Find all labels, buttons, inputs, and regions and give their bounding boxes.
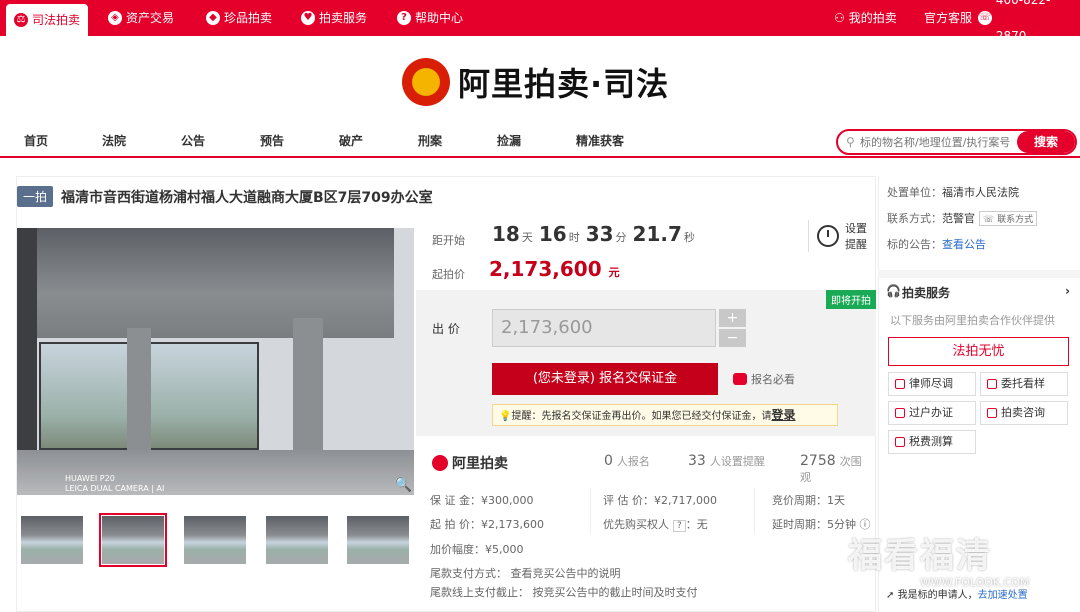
start-price-label: 起拍价 — [432, 268, 465, 281]
bulb-icon: 💡 — [499, 411, 512, 422]
site-logo[interactable]: 阿里拍卖·司法 — [402, 58, 669, 106]
court-emblem-icon — [402, 58, 450, 106]
ali-auction-logo: 阿里拍卖 — [432, 453, 508, 473]
site-watermark: 福看福清 — [848, 536, 992, 576]
nav-home[interactable]: 首页 — [24, 132, 48, 149]
nav-preview[interactable]: 预告 — [260, 132, 284, 149]
site-watermark-url: WWW.FOLOOK.COM — [920, 576, 1030, 589]
gavel-icon: ⚖ — [14, 13, 28, 27]
auction-service-header[interactable]: 🎧 拍卖服务 › — [878, 270, 1080, 302]
login-link[interactable]: 登录 — [771, 408, 795, 422]
heart-icon: ♥ — [301, 11, 315, 25]
tab-auction-service[interactable]: ♥ 拍卖服务 — [301, 0, 367, 36]
tab-judicial-auction[interactable]: ⚖ 司法拍卖 — [6, 4, 89, 36]
thumbnail[interactable] — [347, 516, 409, 564]
search-box: ⚲ 搜索 — [836, 129, 1077, 155]
phone-icon: ☏ — [978, 11, 992, 25]
increment-info: 加价幅度：¥5,000 — [430, 543, 524, 556]
lawyer-check-button[interactable]: 律师尽调 — [888, 372, 976, 396]
gem-icon: ◆ — [206, 11, 220, 25]
deposit-info: 保 证 金：¥300,000 — [430, 494, 534, 507]
tab-help-center[interactable]: ? 帮助中心 — [397, 0, 463, 36]
signup-deposit-button[interactable]: (您未登录) 报名交保证金 — [492, 363, 718, 395]
item-title: 福清市音西街道杨浦村福人大道融商大厦B区7层709办公室 — [61, 189, 433, 206]
contact-button[interactable]: ☏ 联系方式 — [979, 211, 1038, 226]
signup-count: 0 人报名 — [604, 453, 650, 469]
start-price-info: 起 拍 价：¥2,173,600 — [430, 518, 544, 531]
entrust-viewing-button[interactable]: 委托看样 — [980, 372, 1068, 396]
auction-consult-button[interactable]: 拍卖咨询 — [980, 401, 1068, 425]
tail-payment-info: 尾款支付方式： 查看竞买公告中的说明 — [430, 567, 621, 580]
search-input[interactable] — [860, 134, 1020, 150]
bid-input[interactable]: 2,173,600 — [492, 309, 716, 347]
transfer-icon — [895, 408, 905, 418]
nav-precise-customer[interactable]: 精准获客 — [576, 132, 624, 149]
thumbnail[interactable] — [266, 516, 328, 564]
nav-court[interactable]: 法院 — [102, 132, 126, 149]
thumbnail[interactable] — [184, 516, 246, 564]
nav-notice[interactable]: 公告 — [181, 132, 205, 149]
location-icon — [987, 379, 997, 389]
worry-free-service-button[interactable]: 法拍无忧 — [888, 337, 1069, 366]
alarm-clock-icon — [817, 225, 839, 247]
thumbnail[interactable] — [21, 516, 83, 564]
tab-treasure-auction[interactable]: ◆ 珍品拍卖 — [206, 0, 272, 36]
countdown-label: 距开始 — [432, 234, 465, 247]
set-reminder-button[interactable]: 设置 提醒 — [808, 220, 867, 252]
tax-calc-button[interactable]: 税费测算 — [888, 430, 976, 454]
calculator-icon — [895, 437, 905, 447]
headset-icon: 🎧 — [886, 284, 901, 298]
item-notice: 标的公告：查看公告 — [887, 238, 986, 251]
coins-icon — [733, 373, 747, 385]
bid-label: 出 价 — [432, 322, 460, 336]
round-badge: 一拍 — [17, 186, 54, 207]
service-subtitle: 以下服务由阿里拍卖合作伙伴提供 — [890, 314, 1055, 327]
search-icon: ⚲ — [846, 135, 855, 149]
view-count: 2758 次围观 — [800, 453, 862, 484]
chat-icon — [987, 408, 997, 418]
nav-bankruptcy[interactable]: 破产 — [339, 132, 363, 149]
accelerate-link[interactable]: 去加速处置 — [978, 590, 1028, 601]
tail-deadline-info: 尾款线上支付截止： 按竞买公告中的截止时间及时支付 — [430, 586, 698, 599]
contact-info: 联系方式：范警官 ☏ 联系方式 — [887, 210, 1038, 226]
main-photo[interactable]: HUAWEI P20 LEICA DUAL CAMERA | AI 🔍 — [17, 228, 414, 495]
help-icon: ? — [397, 11, 411, 25]
stats-row: 阿里拍卖 0 人报名 33 人设置提醒 2758 次围观 — [432, 453, 870, 484]
nav-bargain[interactable]: 捡漏 — [497, 132, 521, 149]
chevron-right-icon: › — [1065, 284, 1070, 298]
tab-asset-trading[interactable]: ◈ 资产交易 — [108, 0, 174, 36]
appraisal-info: 评 估 价：¥2,717,000 — [603, 494, 717, 507]
transfer-button[interactable]: 过户办证 — [888, 401, 976, 425]
question-icon[interactable]: ? — [673, 520, 686, 532]
my-auction-link[interactable]: ⚇ 我的拍卖 — [834, 0, 897, 36]
must-read-link[interactable]: 报名必看 — [733, 371, 795, 387]
view-notice-link[interactable]: 查看公告 — [942, 238, 986, 251]
bidding-period-info: 竞价周期：1天 — [772, 494, 845, 507]
nav-criminal[interactable]: 刑案 — [418, 132, 442, 149]
rocket-icon: ➚ — [886, 590, 895, 601]
decrease-bid-button[interactable]: − — [719, 329, 746, 347]
user-icon: ⚇ — [834, 11, 845, 25]
login-tip: 💡提醒：先报名交保证金再出价。如果您已经交付保证金，请登录 — [492, 404, 838, 426]
search-button[interactable]: 搜索 — [1017, 131, 1075, 153]
countdown: 18 天 16 时 33 分 21.7 秒 — [492, 222, 695, 246]
phone: ☏ 400-822-2870 — [978, 0, 1051, 43]
customer-service-link[interactable]: 官方客服 — [924, 0, 972, 36]
asset-icon: ◈ — [108, 11, 122, 25]
item-title-row: 一拍 福清市音西街道杨浦村福人大道融商大厦B区7层709办公室 — [17, 186, 433, 207]
disposal-unit: 处置单位：福清市人民法院 — [887, 186, 1019, 199]
start-price: 2,173,600 元 — [489, 257, 620, 281]
coming-soon-badge: 即将开拍 — [826, 290, 876, 309]
reminder-count: 33 人设置提醒 — [688, 453, 765, 469]
increase-bid-button[interactable]: + — [719, 309, 746, 327]
priority-buyer-info: 优先购买权人? ：无 — [603, 518, 708, 532]
zoom-icon[interactable]: 🔍 — [395, 477, 412, 493]
camera-watermark: HUAWEI P20 LEICA DUAL CAMERA | AI — [65, 474, 165, 493]
top-bar: ⚖ 司法拍卖 ◈ 资产交易 ◆ 珍品拍卖 ♥ 拍卖服务 ? 帮助中心 ⚇ 我的拍卖 官方客服… — [0, 0, 1080, 43]
thumbnail[interactable] — [99, 513, 167, 567]
lawyer-icon — [895, 379, 905, 389]
